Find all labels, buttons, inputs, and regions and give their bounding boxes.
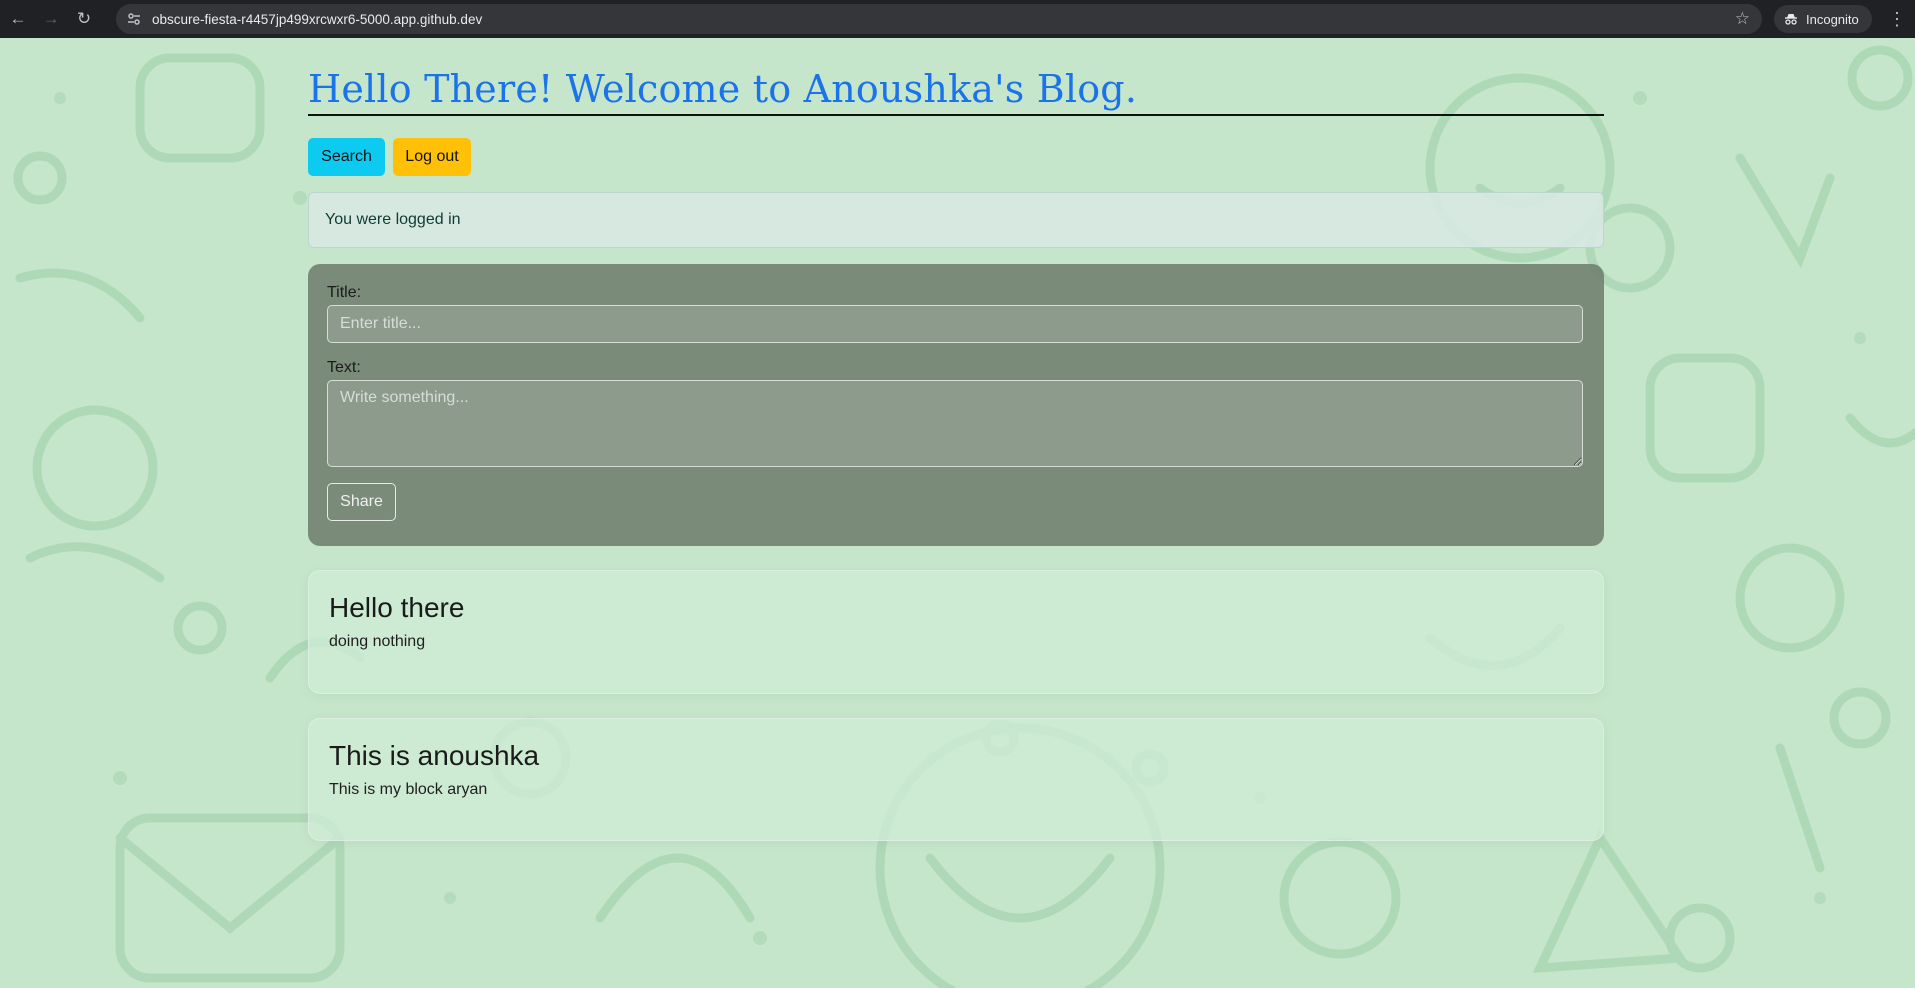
post-title: Hello there <box>329 592 465 623</box>
more-menu-icon[interactable]: ⋮ <box>1883 4 1911 34</box>
url-text[interactable]: obscure-fiesta-r4457jp499xrcwxr6-5000.ap… <box>152 12 482 27</box>
forward-icon[interactable]: → <box>36 4 66 34</box>
page-viewport: Hello There! Welcome to Anoushka's Blog.… <box>0 38 1915 988</box>
post-text: doing nothing <box>329 633 426 650</box>
incognito-label: Incognito <box>1806 11 1859 27</box>
post-title: This is anoushka <box>329 740 540 771</box>
reload-icon[interactable]: ↻ <box>69 4 99 34</box>
action-buttons: Search Log out <box>308 138 1604 176</box>
post-text: This is my block aryan <box>329 781 488 798</box>
incognito-indicator[interactable]: Incognito <box>1774 5 1872 33</box>
text-label: Text: <box>327 359 361 376</box>
browser-toolbar: ← → ↻ obscure-fiesta-r4457jp499xrcwxr6-5… <box>0 0 1915 38</box>
site-settings-icon[interactable] <box>126 11 142 27</box>
post-card: Hello there doing nothing <box>308 570 1604 694</box>
search-button[interactable]: Search <box>308 138 385 176</box>
incognito-icon <box>1785 14 1797 25</box>
bookmark-star-icon[interactable]: ☆ <box>1735 9 1750 29</box>
page-title: Hello There! Welcome to Anoushka's Blog. <box>308 38 1604 116</box>
address-bar[interactable]: obscure-fiesta-r4457jp499xrcwxr6-5000.ap… <box>116 4 1762 34</box>
post-card: This is anoushka This is my block aryan <box>308 718 1604 841</box>
title-label: Title: <box>327 284 362 301</box>
share-button[interactable]: Share <box>327 483 396 521</box>
login-alert: You were logged in <box>308 192 1604 248</box>
logout-button[interactable]: Log out <box>393 138 471 176</box>
text-textarea[interactable] <box>327 380 1583 467</box>
back-icon[interactable]: ← <box>3 4 33 34</box>
title-input[interactable] <box>327 305 1583 343</box>
new-post-form: Title: Text: Share <box>308 264 1604 546</box>
main-container: Hello There! Welcome to Anoushka's Blog.… <box>308 38 1604 841</box>
